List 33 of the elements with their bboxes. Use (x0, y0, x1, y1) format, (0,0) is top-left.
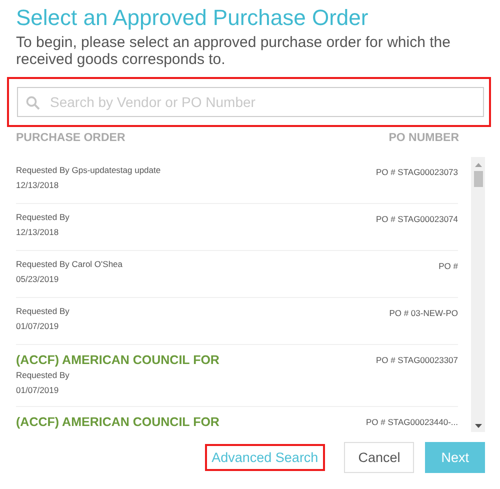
dialog-title: Select an Approved Purchase Order (16, 5, 370, 31)
list-row[interactable]: Requested By Gps-updatestag update 12/13/2018 PO # STAG00023073 (16, 157, 458, 204)
po-number: PO # (438, 260, 458, 272)
date-text: 01/07/2019 (16, 385, 60, 396)
cancel-button[interactable]: Cancel (344, 442, 414, 473)
vendor-name: (ACCF) AMERICAN COUNCIL FOR (16, 415, 220, 429)
vendor-name: (ACCF) AMERICAN COUNCIL FOR (16, 353, 220, 367)
requester-text: Requested By (16, 306, 70, 317)
date-text: 12/13/2018 (16, 180, 60, 191)
column-header: PURCHASE ORDER (16, 132, 126, 144)
po-number: PO # STAG00023074 (376, 213, 458, 225)
date-text: 01/07/2019 (16, 321, 60, 332)
requester-text: Requested By Carol O'Shea (16, 259, 123, 270)
list-row[interactable]: Requested By 12/13/2018 PO # STAG00023074 (16, 204, 458, 251)
search-icon (26, 96, 40, 110)
list-row[interactable]: Requested By Carol O'Shea 05/23/2019 PO # (16, 251, 458, 298)
scroll-up-icon[interactable] (474, 163, 482, 167)
requester-text: Requested By Gps-updatestag update (16, 165, 161, 176)
list-row[interactable]: (ACCF) AMERICAN COUNCIL FOR Requested By 01/07/2019 PO # STAG00023307 (16, 345, 458, 407)
requester-text: Requested By (16, 212, 70, 223)
scroll-down-icon[interactable] (474, 424, 482, 428)
list-row[interactable]: Requested By 01/07/2019 PO # 03-NEW-PO (16, 298, 458, 345)
po-number: PO # 03-NEW-PO (389, 307, 458, 319)
po-number: PO # STAG00023073 (376, 166, 458, 178)
po-number: PO # STAG00023307 (376, 354, 458, 366)
column-header: PO NUMBER (388, 132, 459, 144)
scrollbar-thumb[interactable] (474, 171, 482, 187)
date-text: 05/23/2019 (16, 274, 60, 285)
date-text: 12/13/2018 (16, 227, 60, 238)
scrollbar[interactable] (471, 157, 485, 432)
po-number: PO # STAG00023440-... (366, 416, 458, 428)
instructions-text: To begin, please select an approved purchase order for which the received goods corresponds to. (16, 34, 452, 68)
requester-text: Requested By (16, 370, 70, 381)
